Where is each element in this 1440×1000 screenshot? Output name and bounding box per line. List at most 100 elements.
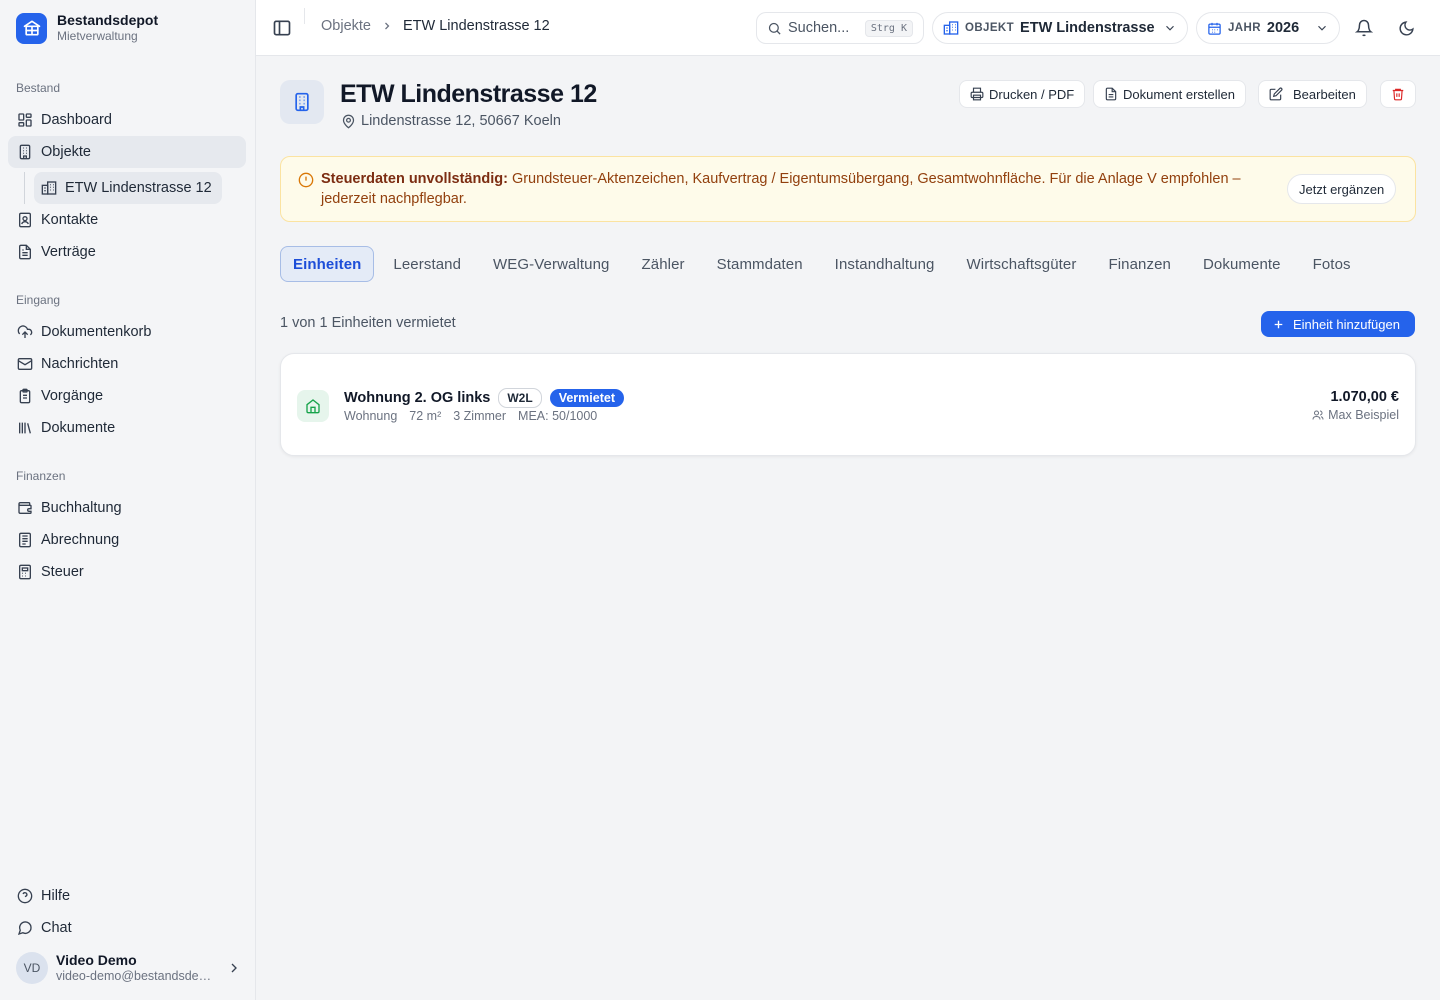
map-pin-icon [341, 114, 356, 129]
unit-card[interactable]: Wohnung 2. OG links W2L Vermietet Wohnun… [280, 353, 1416, 456]
sidebar-item-dashboard[interactable]: Dashboard [8, 104, 246, 136]
search-input[interactable]: Suchen... Strg K [756, 12, 924, 44]
search-placeholder: Suchen... [788, 20, 850, 36]
units-summary: 1 von 1 Einheiten vermietet [280, 315, 456, 331]
sidebar-item-chat[interactable]: Chat [8, 912, 246, 944]
chevron-down-icon [1163, 21, 1177, 35]
edit-label: Bearbeiten [1293, 86, 1356, 102]
tab-wirtschaftsgueter[interactable]: Wirtschaftsgüter [954, 246, 1090, 282]
sidebar-item-label: Vorgänge [41, 388, 104, 404]
sidebar-item-vertraege[interactable]: Verträge [8, 236, 246, 268]
printer-icon [970, 87, 984, 101]
tab-instandhaltung[interactable]: Instandhaltung [822, 246, 948, 282]
sidebar-item-kontakte[interactable]: Kontakte [8, 204, 246, 236]
sidebar-item-steuer[interactable]: Steuer [8, 556, 246, 588]
sidebar-item-label: Objekte [41, 144, 91, 160]
object-selector-label: OBJEKT [965, 22, 1015, 34]
sidebar-item-abrechnung[interactable]: Abrechnung [8, 524, 246, 556]
users-icon [1312, 409, 1324, 421]
tab-einheiten[interactable]: Einheiten [280, 246, 375, 282]
plus-icon [1272, 318, 1285, 331]
trash-icon [1391, 87, 1405, 101]
unit-name: Wohnung 2. OG links [344, 390, 491, 406]
sidebar-item-label: Chat [41, 920, 72, 936]
sidebar-item-dokumente[interactable]: Dokumente [8, 412, 246, 444]
brand[interactable]: Bestandsdepot Mietverwaltung [16, 12, 158, 44]
year-selector-value: 2026 [1266, 20, 1300, 36]
sidebar-toggle-icon[interactable] [272, 18, 292, 38]
tax-data-warning: Steuerdaten unvollständig: Grundsteuer-A… [280, 156, 1416, 222]
help-circle-icon [17, 888, 33, 904]
unit-tenant: Max Beispiel [1312, 408, 1399, 422]
tab-fotos[interactable]: Fotos [1300, 246, 1364, 282]
chevron-right-icon [381, 20, 393, 32]
search-shortcut: Strg K [864, 19, 913, 37]
apartment-building-icon [41, 180, 57, 196]
section-label-eingang: Eingang [16, 293, 61, 307]
warning-circle-icon [298, 172, 314, 188]
unit-area: 72 m² [409, 409, 442, 423]
sidebar-item-label: Verträge [41, 244, 96, 260]
unit-type: Wohnung [344, 409, 398, 423]
tab-stammdaten[interactable]: Stammdaten [704, 246, 816, 282]
edit-button[interactable]: Bearbeiten [1258, 80, 1367, 108]
sidebar-item-objekte[interactable]: Objekte [8, 136, 246, 168]
dark-mode-moon-icon[interactable] [1395, 17, 1417, 39]
edit-pencil-icon [1269, 87, 1283, 101]
sidebar-item-hilfe[interactable]: Hilfe [8, 880, 246, 912]
document-icon [1104, 87, 1118, 101]
tab-weg-verwaltung[interactable]: WEG-Verwaltung [480, 246, 622, 282]
tab-zaehler[interactable]: Zähler [629, 246, 698, 282]
tab-leerstand[interactable]: Leerstand [380, 246, 474, 282]
unit-rent: 1.070,00 € [1330, 389, 1399, 405]
delete-button[interactable] [1380, 80, 1416, 108]
sidebar-item-buchhaltung[interactable]: Buchhaltung [8, 492, 246, 524]
calculator-icon [17, 564, 33, 580]
unit-code-badge: W2L [498, 388, 542, 408]
user-name: Video Demo [56, 952, 137, 968]
section-label-finanzen: Finanzen [16, 469, 66, 483]
dashboard-icon [17, 112, 33, 128]
add-unit-button[interactable]: Einheit hinzufügen [1261, 311, 1415, 337]
page-title: ETW Lindenstrasse 12 [340, 80, 597, 108]
cloud-upload-icon [17, 324, 33, 340]
year-selector[interactable]: JAHR 2026 [1196, 12, 1340, 44]
sidebar-item-label: Hilfe [41, 888, 71, 904]
logo-icon [16, 12, 47, 44]
status-badge: Vermietet [549, 389, 624, 407]
breadcrumb-current: ETW Lindenstrasse 12 [402, 18, 550, 34]
unit-meta: Wohnung 72 m² 3 Zimmer MEA: 50/1000 [344, 409, 597, 423]
section-label-bestand: Bestand [16, 81, 61, 95]
sidebar-subitem-etw-lindenstrasse[interactable]: ETW Lindenstrasse 12 [34, 172, 222, 204]
clipboard-icon [17, 388, 33, 404]
address-text: Lindenstrasse 12, 50667 Koeln [361, 113, 561, 129]
tree-line [24, 172, 25, 204]
library-icon [17, 420, 33, 436]
sidebar-item-dokumentenkorb[interactable]: Dokumentenkorb [8, 316, 246, 348]
receipt-icon [17, 532, 33, 548]
create-document-button[interactable]: Dokument erstellen [1093, 80, 1246, 108]
sidebar-item-vorgaenge[interactable]: Vorgänge [8, 380, 246, 412]
object-selector[interactable]: OBJEKT ETW Lindenstrasse [932, 12, 1188, 44]
tab-dokumente[interactable]: Dokumente [1190, 246, 1294, 282]
sidebar-item-label: Steuer [41, 564, 84, 580]
home-icon [297, 390, 329, 422]
warning-title: Steuerdaten unvollständig: [321, 171, 508, 187]
sidebar-item-label: Kontakte [41, 212, 99, 228]
chevron-right-icon [226, 960, 242, 976]
sidebar-item-label: Dokumentenkorb [41, 324, 152, 340]
create-document-label: Dokument erstellen [1123, 86, 1235, 102]
user-menu[interactable]: VD Video Demo video-demo@bestandsdepot.d… [16, 950, 242, 986]
search-icon [767, 21, 782, 36]
tab-finanzen[interactable]: Finanzen [1095, 246, 1184, 282]
print-pdf-button[interactable]: Drucken / PDF [959, 80, 1086, 108]
object-address: Lindenstrasse 12, 50667 Koeln [341, 113, 561, 129]
sidebar-item-label: Buchhaltung [41, 500, 122, 516]
notification-bell-icon[interactable] [1353, 17, 1375, 39]
chevron-down-icon [1315, 21, 1329, 35]
sidebar-item-label: Nachrichten [41, 356, 119, 372]
complete-now-button[interactable]: Jetzt ergänzen [1287, 174, 1397, 204]
print-pdf-label: Drucken / PDF [989, 86, 1075, 102]
breadcrumb-objekte[interactable]: Objekte [321, 18, 371, 34]
sidebar-item-nachrichten[interactable]: Nachrichten [8, 348, 246, 380]
